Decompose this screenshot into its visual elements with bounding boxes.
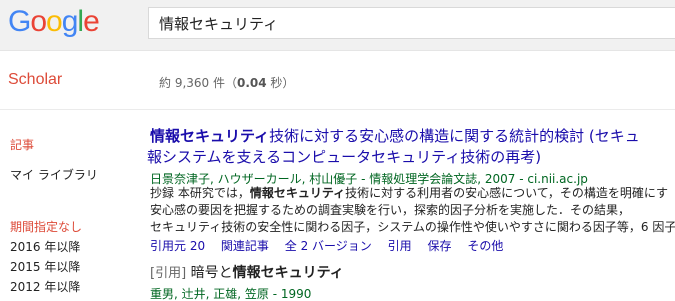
more-link[interactable]: その他	[467, 239, 503, 253]
scholar-label[interactable]: Scholar	[8, 71, 62, 89]
logo-letter: G	[8, 5, 31, 38]
result-title[interactable]: 情報セキュリティ技術に対する安心感の構造に関する統計的検討 (セキュ	[150, 126, 640, 146]
sub-header: Scholar 約 9,360 件（0.04 秒）	[0, 51, 675, 110]
result-stats: 約 9,360 件（0.04 秒）	[159, 74, 294, 91]
sidebar-item-my-library[interactable]: マイ ライブラリ	[10, 166, 98, 183]
logo-letter: e	[83, 5, 100, 38]
search-input[interactable]	[159, 8, 675, 38]
result-snippet-line2: 安心感の要因を把握するための調査実験を行い，探索的因子分析を実施した．その結果，	[150, 203, 631, 217]
logo-letter: g	[61, 5, 79, 38]
title-highlight[interactable]: 情報セキュリティ	[233, 265, 344, 281]
top-header: Google	[0, 0, 675, 51]
result-authors-2: 重男, 辻井, 正雄, 笠原 - 1990	[150, 287, 312, 301]
sidebar-item-any-time[interactable]: 期間指定なし	[10, 218, 82, 235]
result-snippet-line3: セキュリティ技術の安全性に関わる因子，システムの操作性や使いやすさに関わる因子等…	[150, 220, 675, 234]
search-box[interactable]	[148, 7, 675, 39]
title-text[interactable]: 技術に対する安心感の構造に関する統計的検討 (セキュ	[269, 127, 640, 145]
stats-suffix: 秒）	[266, 76, 295, 90]
scholar-page: Google Scholar 約 9,360 件（0.04 秒） 記事 マイ ラ…	[0, 0, 675, 301]
title-text[interactable]: 暗号と	[191, 265, 233, 281]
snippet-post: 技術に対する利用者の安心感について，その構造を明確にす	[345, 186, 669, 200]
sidebar: 記事 マイ ライブラリ 期間指定なし 2016 年以降 2015 年以降 201…	[0, 110, 140, 301]
sidebar-item-articles[interactable]: 記事	[10, 136, 34, 153]
stats-time: 0.04	[236, 76, 267, 90]
snippet-highlight: 情報セキュリティ	[249, 186, 346, 200]
citation-tag: [引用]	[150, 266, 187, 281]
sidebar-item-since-2016[interactable]: 2016 年以降	[10, 238, 80, 255]
google-logo[interactable]: Google	[8, 5, 100, 39]
save-link[interactable]: 保存	[427, 239, 451, 253]
results-list: 情報セキュリティ技術に対する安心感の構造に関する統計的検討 (セキュ 報システム…	[147, 110, 675, 301]
result-title-line2[interactable]: 報システムを支えるコンピュータセキュリティ技術の再考)	[147, 147, 541, 167]
logo-letter: o	[30, 5, 47, 38]
cite-link[interactable]: 引用	[388, 239, 412, 253]
snippet-pre: 抄録 本研究では，	[150, 186, 250, 200]
title-highlight[interactable]: 情報セキュリティ	[150, 127, 269, 145]
logo-letter: o	[46, 5, 63, 38]
stats-prefix: 約 9,360 件（	[159, 76, 237, 90]
result-snippet-line1: 抄録 本研究では，情報セキュリティ技術に対する利用者の安心感について，その構造を…	[150, 185, 668, 202]
cited-by-link[interactable]: 引用元 20	[150, 239, 205, 253]
result-links: 引用元 20 関連記事 全 2 バージョン 引用 保存 その他	[150, 237, 515, 254]
result-title-2[interactable]: [引用] 暗号と情報セキュリティ	[150, 263, 344, 284]
all-versions-link[interactable]: 全 2 バージョン	[285, 239, 372, 253]
sidebar-item-since-2015[interactable]: 2015 年以降	[10, 258, 80, 275]
sidebar-item-since-2012[interactable]: 2012 年以降	[10, 278, 80, 295]
related-articles-link[interactable]: 関連記事	[221, 239, 269, 253]
